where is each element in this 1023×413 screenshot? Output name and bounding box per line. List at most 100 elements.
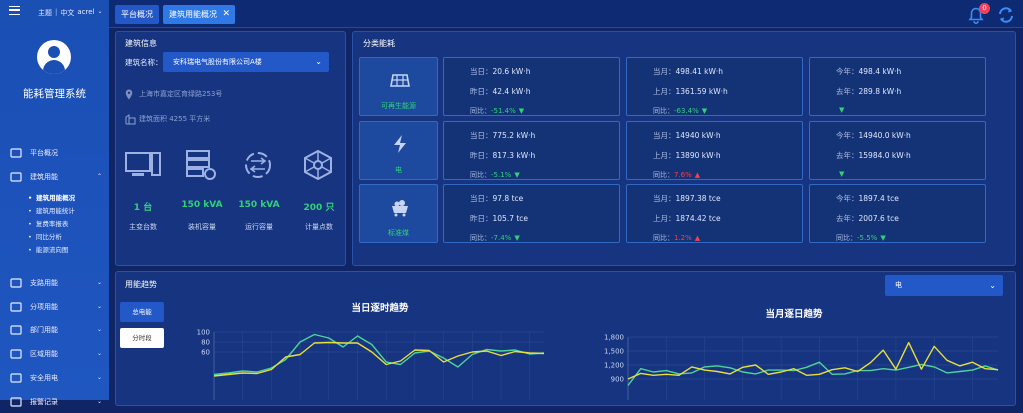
total-energy-button[interactable]: 总电能 (120, 302, 164, 322)
submenu-item-4[interactable]: 能源流向图 (28, 244, 69, 257)
monthly-trend-chart: 1,800 1,500 1,200 900 (604, 334, 999, 400)
location-pin-icon (125, 85, 133, 100)
sidebar-item-1[interactable]: 建筑用能 ⌃ (10, 169, 102, 185)
metric-key: 上月： (653, 87, 676, 96)
sidebar-item-2[interactable]: 支路用能 ⌄ (10, 275, 102, 291)
category-label: 电 (395, 166, 402, 174)
solar-icon (389, 69, 411, 91)
tab-building-energy[interactable]: 建筑用能概况 ✕ (163, 5, 235, 24)
arrow-up-icon: ▲ (694, 234, 701, 242)
yoy-value: -5.1% (491, 171, 512, 179)
sidebar-item-label: 区域用能 (30, 350, 58, 358)
y-tick-label: 60 (201, 349, 210, 357)
close-icon[interactable]: ✕ (222, 5, 230, 24)
y-tick-label: 1,800 (604, 334, 624, 342)
submenu-item-3[interactable]: 同比分析 (28, 231, 62, 244)
sidebar-item-5[interactable]: 区域用能 ⌄ (10, 346, 102, 362)
chevron-icon: ⌄ (96, 374, 102, 381)
notification-badge: 0 (979, 3, 990, 14)
sidebar-item-label: 建筑用能 (30, 173, 58, 181)
arrow-down-icon: ▼ (880, 234, 886, 242)
chevron-icon: ⌄ (96, 279, 102, 286)
category-coal[interactable]: 标准煤 (359, 184, 438, 243)
energy-category-title: 分类能耗 (363, 39, 395, 48)
trend-title: 用能趋势 (125, 280, 157, 289)
arrow-down-icon: ▼ (518, 107, 525, 115)
metric-value: 1874.42 tce (675, 214, 721, 223)
metric-key: 当月： (653, 194, 676, 203)
language-link[interactable]: 中文 (60, 8, 74, 18)
daily-trend-chart: 100 80 60 (197, 329, 545, 400)
chevron-icon: ⌄ (96, 303, 102, 310)
building-select[interactable]: 安科瑞电气股份有限公司A楼 ⌄ (163, 52, 329, 72)
building-name-label: 建筑名称： (125, 58, 163, 67)
yoy-value: -51.4% (491, 107, 516, 115)
sidebar-item-7[interactable]: 报警记录 ⌄ (10, 394, 102, 410)
yoy-label: 同比： (470, 171, 491, 179)
metric-key: 上月： (653, 214, 676, 223)
time-period-button[interactable]: 分时段 (120, 328, 164, 348)
metric-value: 1897.38 tce (675, 194, 721, 203)
server-icon (185, 149, 217, 185)
stat-value: 150 kVA (181, 200, 223, 210)
top-bar (109, 0, 1023, 28)
submenu-item-0[interactable]: 建筑用能概况 (28, 192, 75, 205)
submenu-item-1[interactable]: 建筑用能统计 (28, 205, 75, 218)
metric-value: 42.4 kW·h (492, 87, 531, 96)
stat-label: 运行容量 (245, 223, 273, 231)
metric-value: 498.41 kW·h (675, 67, 724, 76)
menu-toggle-icon[interactable] (9, 6, 20, 15)
sidebar-item-6[interactable]: 安全用电 ⌄ (10, 370, 102, 386)
y-tick-label: 80 (201, 339, 210, 347)
monthly-chart-title: 当月逐日趋势 (765, 309, 823, 320)
refresh-icon[interactable] (997, 6, 1015, 24)
sidebar-item-4[interactable]: 部门用能 ⌄ (10, 322, 102, 338)
energy-type-value: 电 (895, 281, 902, 289)
branch-icon (10, 278, 22, 288)
submenu-item-2[interactable]: 复费率报表 (28, 218, 69, 231)
metric-value: 105.7 tce (492, 214, 529, 223)
metric-key: 昨日： (470, 87, 493, 96)
yoy-value: -7.4% (491, 234, 512, 242)
metric-value: 14940.0 kW·h (858, 131, 911, 140)
stat-value: 200 只 (303, 203, 335, 213)
chevron-icon: ⌄ (96, 350, 102, 357)
arrow-down-icon: ▼ (514, 234, 520, 242)
yoy-label: 同比： (470, 107, 491, 115)
yoy-label: 同比： (653, 107, 674, 115)
user-link[interactable]: acrel (77, 8, 94, 18)
metric-key: 当月： (653, 67, 676, 76)
sidebar-item-label: 支路用能 (30, 279, 58, 287)
building-info-title: 建筑信息 (125, 39, 157, 48)
energy-type-select[interactable]: 电 ⌄ (885, 275, 1003, 296)
building-icon (10, 172, 22, 182)
building-select-value: 安科瑞电气股份有限公司A楼 (173, 58, 262, 66)
stat-value: 150 kVA (238, 200, 280, 210)
building-address: 上海市嘉定区育绿路253号 (139, 90, 223, 98)
region-icon (10, 349, 22, 359)
metric-value: 498.4 kW·h (858, 67, 902, 76)
lightning-icon (389, 133, 411, 155)
arrow-down-icon: ▼ (839, 106, 845, 114)
tab-platform-overview[interactable]: 平台概况 (115, 5, 159, 24)
sidebar-item-0[interactable]: 平台概况 (10, 145, 102, 161)
chevron-icon: ⌄ (96, 326, 102, 333)
sidebar-item-3[interactable]: 分项用能 ⌄ (10, 299, 102, 315)
metric-key: 今年： (836, 131, 859, 140)
transfer-icon (241, 149, 275, 185)
metric-key: 当日： (470, 131, 493, 140)
coal-icon (389, 196, 411, 218)
series-line-0 (627, 361, 999, 386)
arrow-up-icon: ▲ (694, 171, 701, 179)
stat-value: 1 台 (133, 203, 153, 213)
y-tick-label: 100 (197, 329, 210, 337)
yoy-value: -5.5% (857, 234, 878, 242)
metric-key: 当日： (470, 67, 493, 76)
chevron-icon: ⌃ (96, 173, 102, 180)
yoy-value: -63.4% (674, 107, 699, 115)
category-lightning[interactable]: 电 (359, 121, 438, 180)
theme-link[interactable]: 主题 (38, 8, 52, 18)
sidebar-item-label: 分项用能 (30, 303, 58, 311)
category-solar[interactable]: 可再生能源 (359, 57, 438, 116)
building-area: 建筑面积 4255 平方米 (139, 115, 211, 123)
